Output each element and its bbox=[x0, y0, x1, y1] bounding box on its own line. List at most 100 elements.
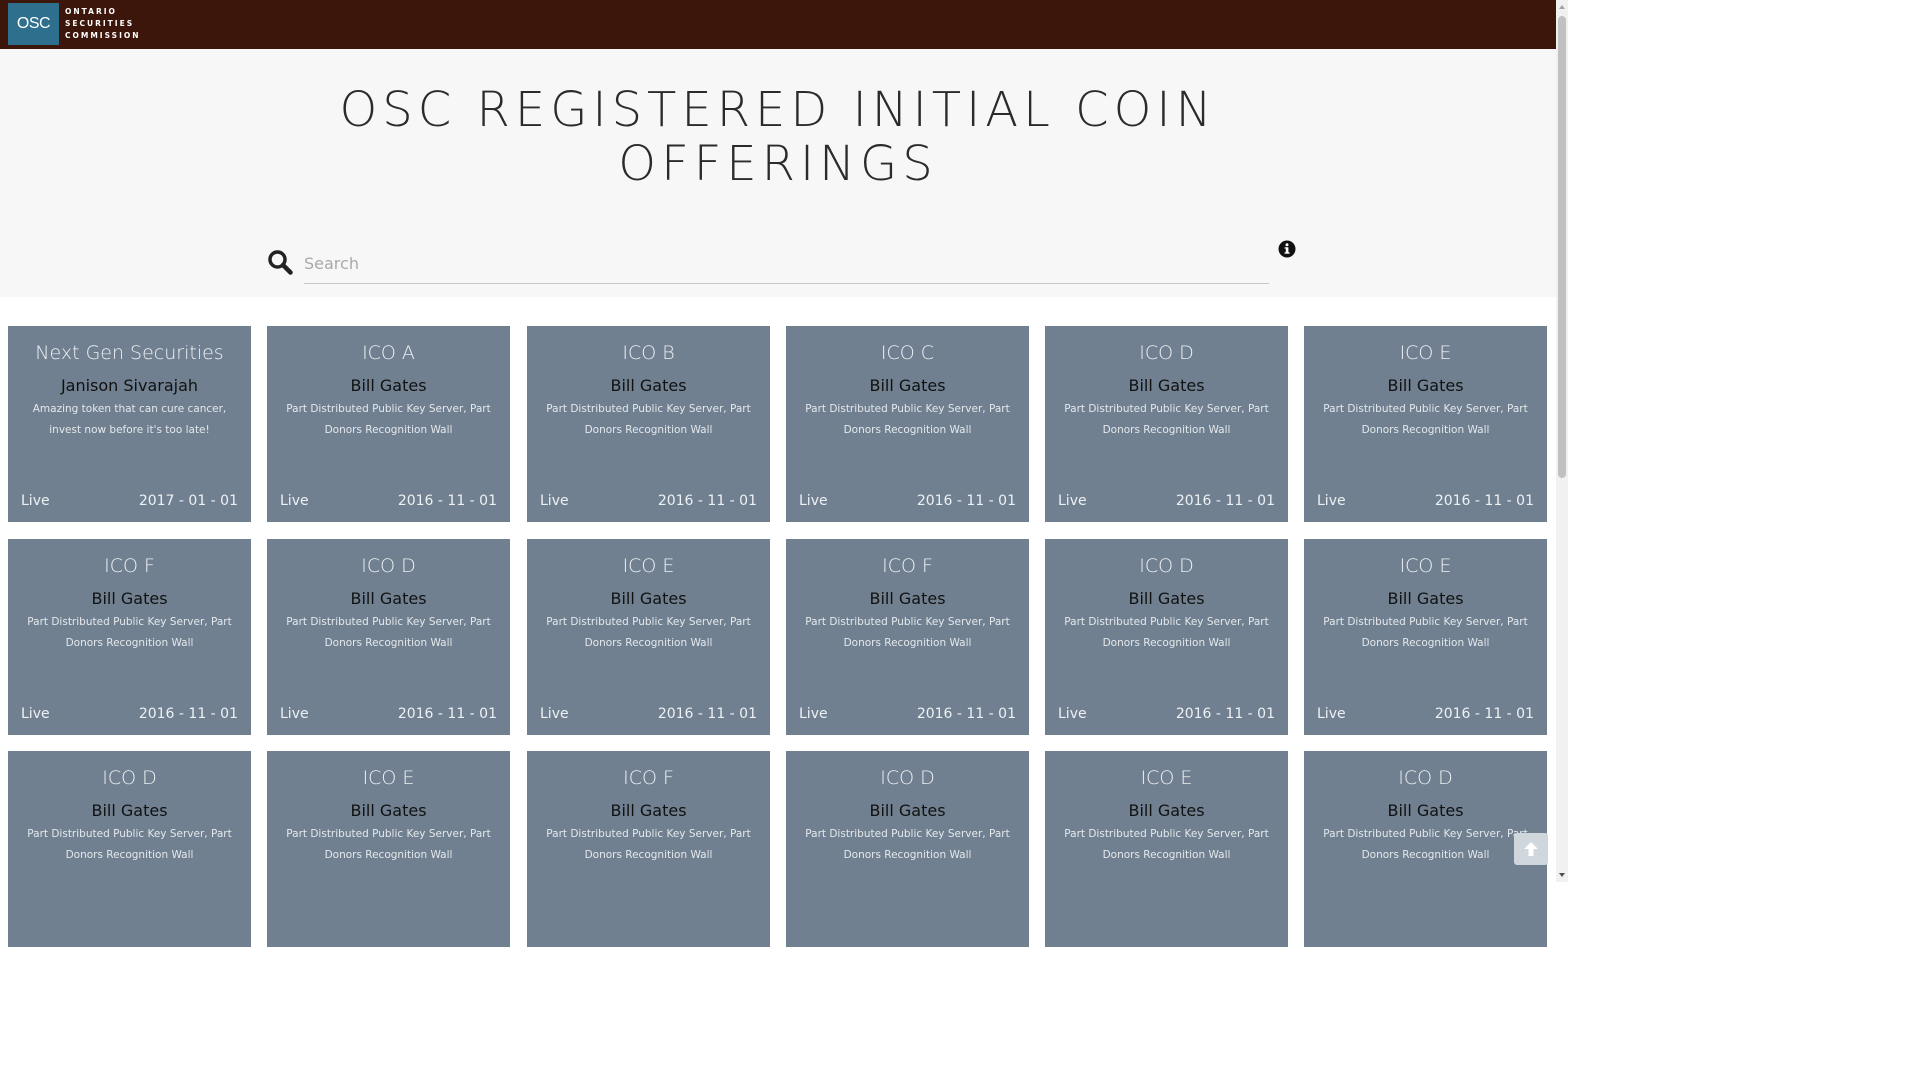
ico-card[interactable]: ICO F Bill Gates Part Distributed Public K… bbox=[8, 539, 251, 735]
ico-card-title: ICO E bbox=[622, 555, 675, 577]
ico-card-title: ICO F bbox=[104, 555, 155, 577]
ico-card-description: Part Distributed Public Key Server, Part… bbox=[1323, 828, 1528, 861]
back-to-top-button[interactable] bbox=[1514, 833, 1548, 865]
ico-card-date: 2016 - 11 - 01 bbox=[916, 493, 1016, 509]
ico-card-description: Part Distributed Public Key Server, Part… bbox=[546, 403, 751, 436]
ico-card[interactable]: ICO F Bill Gates Part Distributed Public K… bbox=[786, 539, 1029, 735]
ico-card-owner: Bill Gates bbox=[610, 376, 687, 395]
ico-card-title: ICO F bbox=[623, 767, 674, 789]
top-navbar: OSC ONTARIO SECURITIES COMMISSION bbox=[0, 0, 1556, 49]
ico-card-owner: Bill Gates bbox=[1387, 589, 1464, 608]
ico-card-description: Part Distributed Public Key Server, Part… bbox=[27, 828, 232, 861]
logo-abbreviation: OSC bbox=[8, 3, 59, 45]
ico-card-owner: Bill Gates bbox=[1387, 801, 1464, 820]
ico-card[interactable]: ICO B Bill Gates Part Distributed Public K… bbox=[527, 326, 770, 522]
page: OSC ONTARIO SECURITIES COMMISSION OSC RE… bbox=[0, 0, 1556, 947]
ico-card-date: 2016 - 11 - 01 bbox=[397, 493, 497, 509]
ico-card-date: 2016 - 11 - 01 bbox=[657, 706, 757, 722]
ico-card-owner: Bill Gates bbox=[350, 589, 427, 608]
ico-card[interactable]: ICO A Bill Gates Part Distributed Public K… bbox=[267, 326, 510, 522]
vertical-scrollbar[interactable] bbox=[1556, 0, 1568, 882]
logo-wordmark: ONTARIO SECURITIES COMMISSION bbox=[65, 6, 141, 42]
ico-card-description: Part Distributed Public Key Server, Part… bbox=[805, 828, 1010, 861]
logo-line-1: ONTARIO bbox=[65, 7, 117, 16]
ico-card[interactable]: ICO E Bill Gates Part Distributed Public K… bbox=[267, 751, 510, 947]
ico-card-title: ICO D bbox=[361, 555, 416, 577]
ico-card-status: Live bbox=[21, 706, 50, 722]
ico-card-owner: Bill Gates bbox=[610, 589, 687, 608]
scrollbar-thumb[interactable] bbox=[1558, 16, 1566, 478]
ico-card-status: Live bbox=[280, 493, 309, 509]
ico-card-owner: Bill Gates bbox=[350, 801, 427, 820]
page-title: OSC REGISTERED INITIAL COIN OFFERINGS bbox=[339, 82, 1217, 192]
ico-card-owner: Bill Gates bbox=[91, 801, 168, 820]
ico-card[interactable]: ICO F Bill Gates Part Distributed Public K… bbox=[527, 751, 770, 947]
ico-card[interactable]: ICO E Bill Gates Part Distributed Public K… bbox=[1304, 539, 1547, 735]
ico-card-date: 2016 - 11 - 01 bbox=[1175, 706, 1275, 722]
ico-card-title: ICO D bbox=[1139, 555, 1194, 577]
ico-card-date: 2016 - 11 - 01 bbox=[1175, 493, 1275, 509]
ico-card-owner: Bill Gates bbox=[1128, 801, 1205, 820]
ico-card[interactable]: ICO D Bill Gates Part Distributed Public K… bbox=[1045, 539, 1288, 735]
ico-card-description: Part Distributed Public Key Server, Part… bbox=[546, 616, 751, 649]
ico-card-owner: Bill Gates bbox=[1128, 376, 1205, 395]
ico-card-title: ICO F bbox=[882, 555, 933, 577]
ico-card-status: Live bbox=[280, 706, 309, 722]
ico-card-status: Live bbox=[540, 493, 569, 509]
ico-card-date: 2016 - 11 - 01 bbox=[397, 706, 497, 722]
ico-card-owner: Bill Gates bbox=[350, 376, 427, 395]
ico-card-owner: Bill Gates bbox=[869, 376, 946, 395]
ico-card-title: Next Gen Securities bbox=[35, 342, 224, 364]
ico-card-description: Part Distributed Public Key Server, Part… bbox=[1064, 616, 1269, 649]
ico-card-date: 2016 - 11 - 01 bbox=[138, 706, 238, 722]
ico-card-owner: Bill Gates bbox=[91, 589, 168, 608]
ico-card-status: Live bbox=[540, 706, 569, 722]
ico-card[interactable]: ICO E Bill Gates Part Distributed Public K… bbox=[1304, 326, 1547, 522]
ico-card-title: ICO D bbox=[1398, 767, 1453, 789]
ico-card-description: Part Distributed Public Key Server, Part… bbox=[546, 828, 751, 861]
ico-card-status: Live bbox=[1317, 706, 1346, 722]
ico-card[interactable]: ICO D Bill Gates Part Distributed Public K… bbox=[786, 751, 1029, 947]
ico-card-owner: Bill Gates bbox=[1387, 376, 1464, 395]
logo-line-2: SECURITIES bbox=[65, 19, 135, 28]
ico-card-title: ICO B bbox=[622, 342, 675, 364]
osc-logo[interactable]: OSC ONTARIO SECURITIES COMMISSION bbox=[8, 3, 141, 45]
ico-card-owner: Bill Gates bbox=[610, 801, 687, 820]
ico-card[interactable]: Next Gen Securities Janison Sivarajah Amaz… bbox=[8, 326, 251, 522]
scroll-down-arrow-icon[interactable] bbox=[1556, 868, 1568, 882]
scroll-up-arrow-icon[interactable] bbox=[1556, 0, 1568, 14]
ico-card[interactable]: ICO D Bill Gates Part Distributed Public K… bbox=[267, 539, 510, 735]
ico-card[interactable]: ICO C Bill Gates Part Distributed Public K… bbox=[786, 326, 1029, 522]
ico-card-title: ICO D bbox=[102, 767, 157, 789]
ico-card-owner: Bill Gates bbox=[869, 589, 946, 608]
ico-card-title: ICO D bbox=[1139, 342, 1194, 364]
ico-card-status: Live bbox=[1058, 706, 1087, 722]
ico-card[interactable]: ICO E Bill Gates Part Distributed Public K… bbox=[1045, 751, 1288, 947]
ico-card-description: Part Distributed Public Key Server, Part… bbox=[286, 403, 491, 436]
hero-section: OSC REGISTERED INITIAL COIN OFFERINGS bbox=[0, 49, 1556, 297]
ico-card-description: Part Distributed Public Key Server, Part… bbox=[1323, 403, 1528, 436]
ico-card-date: 2016 - 11 - 01 bbox=[1434, 493, 1534, 509]
ico-card-description: Part Distributed Public Key Server, Part… bbox=[1064, 403, 1269, 436]
ico-card-title: ICO E bbox=[1399, 555, 1452, 577]
ico-card-description: Part Distributed Public Key Server, Part… bbox=[1323, 616, 1528, 649]
ico-card-description: Part Distributed Public Key Server, Part… bbox=[286, 828, 491, 861]
ico-card[interactable]: ICO E Bill Gates Part Distributed Public K… bbox=[527, 539, 770, 735]
ico-card-title: ICO D bbox=[880, 767, 935, 789]
logo-line-3: COMMISSION bbox=[65, 31, 141, 40]
search-icon bbox=[268, 250, 293, 275]
ico-card[interactable]: ICO D Bill Gates Part Distributed Public K… bbox=[8, 751, 251, 947]
ico-card-title: ICO E bbox=[1140, 767, 1193, 789]
ico-card[interactable]: ICO D Bill Gates Part Distributed Public K… bbox=[1304, 751, 1547, 947]
ico-card-date: 2016 - 11 - 01 bbox=[916, 706, 1016, 722]
ico-card-date: 2016 - 11 - 01 bbox=[657, 493, 757, 509]
ico-card-status: Live bbox=[799, 706, 828, 722]
ico-card-date: 2017 - 01 - 01 bbox=[138, 493, 238, 509]
info-icon[interactable] bbox=[1278, 240, 1296, 258]
arrow-up-icon bbox=[1524, 842, 1538, 856]
search-input[interactable] bbox=[304, 243, 1269, 284]
ico-card-description: Part Distributed Public Key Server, Part… bbox=[1064, 828, 1269, 861]
ico-card-date: 2016 - 11 - 01 bbox=[1434, 706, 1534, 722]
ico-card-title: ICO E bbox=[362, 767, 415, 789]
ico-card[interactable]: ICO D Bill Gates Part Distributed Public K… bbox=[1045, 326, 1288, 522]
